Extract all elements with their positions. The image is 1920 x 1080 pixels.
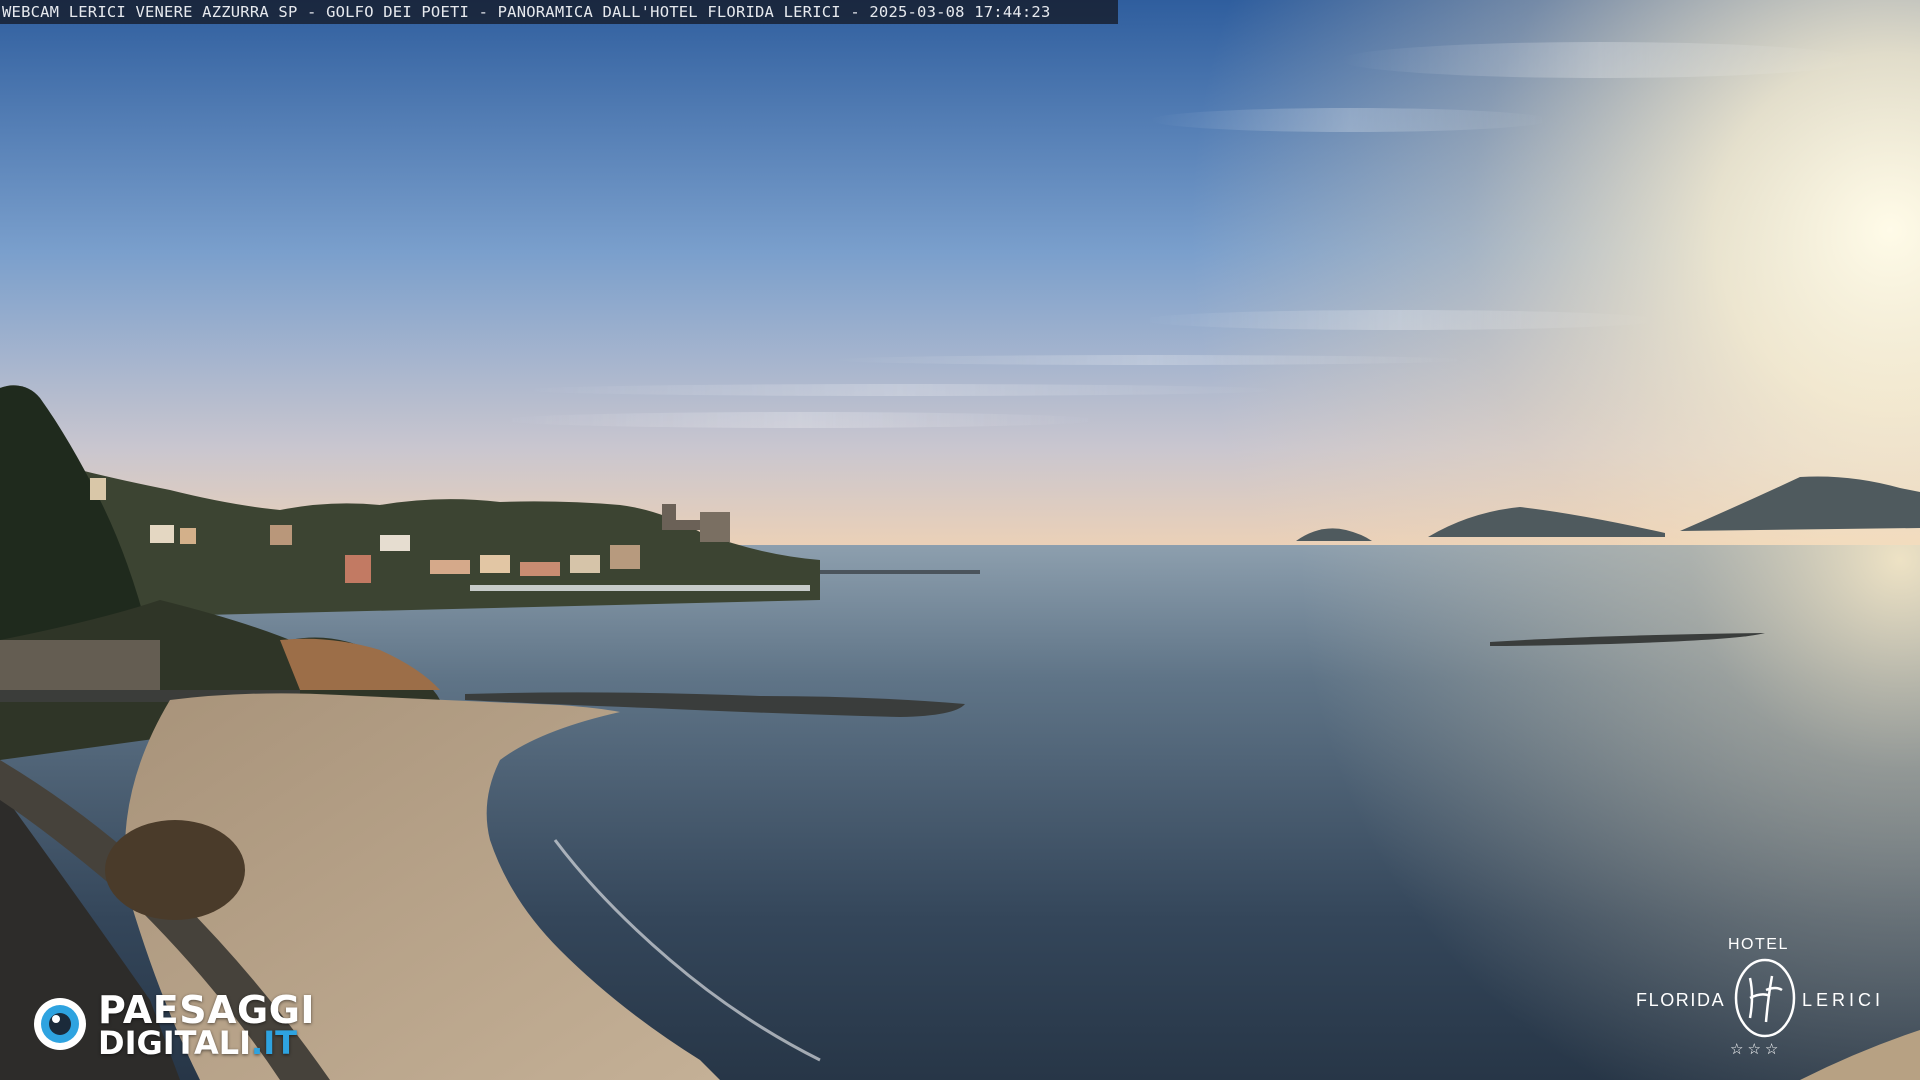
hotel-monogram-icon <box>1734 958 1796 1038</box>
webcam-scene <box>0 0 1920 1080</box>
webcam-caption: WEBCAM LERICI VENERE AZZURRA SP - GOLFO … <box>0 0 1118 24</box>
paesaggi-digitali-logo: PAESAGGI DIGITALI.IT <box>30 988 340 1062</box>
logo-digitali-text: DIGITALI <box>98 1024 252 1062</box>
logo-lerici-word: LERICI <box>1802 990 1885 1010</box>
sun-glow <box>0 0 1920 560</box>
scene-svg <box>0 0 1920 1080</box>
hotel-stars: ☆☆☆ <box>1730 1041 1783 1058</box>
logo-florida-word: FLORIDA <box>1636 990 1726 1010</box>
eye-icon <box>34 998 86 1050</box>
logo-hotel-word: HOTEL <box>1728 936 1789 953</box>
tree <box>105 820 245 920</box>
logo-line-digitali: DIGITALI.IT <box>98 1024 297 1062</box>
logo-tld-text: .IT <box>251 1024 297 1062</box>
hotel-florida-logo: HOTEL FLORIDA LERICI ☆☆☆ <box>1630 932 1890 1062</box>
